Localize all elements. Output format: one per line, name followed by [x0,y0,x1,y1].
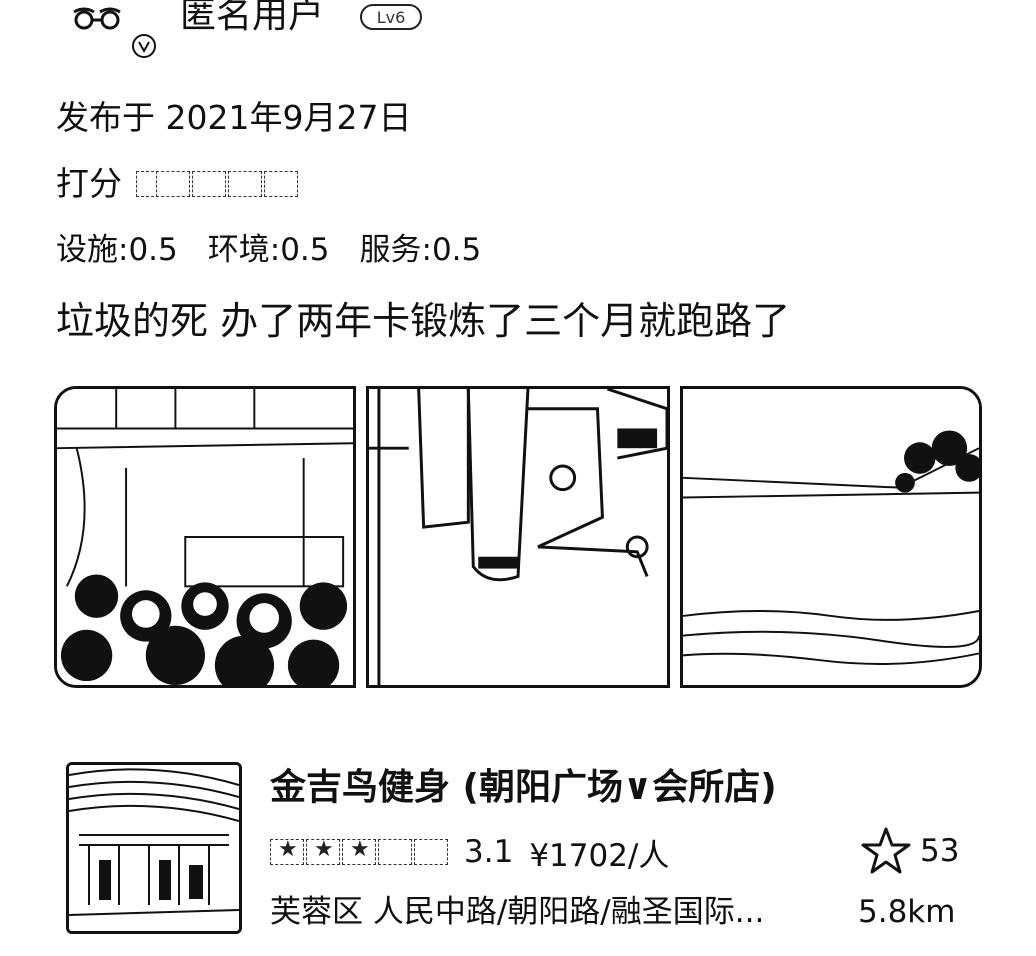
star-icon [270,837,304,865]
star-icon [192,171,226,197]
star-icon [264,171,298,197]
publish-date: 发布于 2021年9月27日 [56,98,412,137]
favorite-button[interactable]: 53 [860,826,959,876]
sub-scores: 设施:0.5 环境:0.5 服务:0.5 [56,228,511,272]
shop-distance: 5.8km [858,894,956,930]
review-photo-1[interactable] [54,386,356,688]
shop-address: 芙蓉区 人民中路/朝阳路/融圣国际... [270,894,765,930]
user-avatar[interactable] [70,0,162,62]
star-icon [136,171,154,197]
star-icon [414,839,448,865]
rating-label: 打分 [56,164,122,203]
rating-stars [136,171,300,197]
shop-rating: 3.1 [464,834,514,870]
favorite-count: 53 [920,833,960,869]
score-environment: 环境:0.5 [207,232,330,268]
review-rating: 打分 [56,162,300,206]
score-service: 服务:0.5 [359,232,482,268]
review-photo-3[interactable] [680,386,982,688]
review-body: 垃圾的死 办了两年卡锻炼了三个月就跑路了 [56,299,791,343]
star-icon [378,839,412,865]
user-level-badge: Lv6 [360,4,422,30]
star-icon [228,171,262,197]
star-outline-icon [861,827,911,874]
star-icon [306,837,340,865]
shop-rating-stars [270,837,450,865]
star-icon [342,837,376,865]
star-icon [156,171,190,197]
shop-price: ¥1702/人 [529,837,670,874]
shop-name[interactable]: 金吉鸟健身 (朝阳广场∨会所店) [270,764,777,812]
shop-meta: 3.1 ¥1702/人 [270,828,669,876]
shop-thumbnail[interactable] [66,762,242,934]
username[interactable]: 匿名用户 [180,0,324,38]
review-photo-2[interactable] [366,386,670,688]
score-facilities: 设施:0.5 [56,232,178,268]
